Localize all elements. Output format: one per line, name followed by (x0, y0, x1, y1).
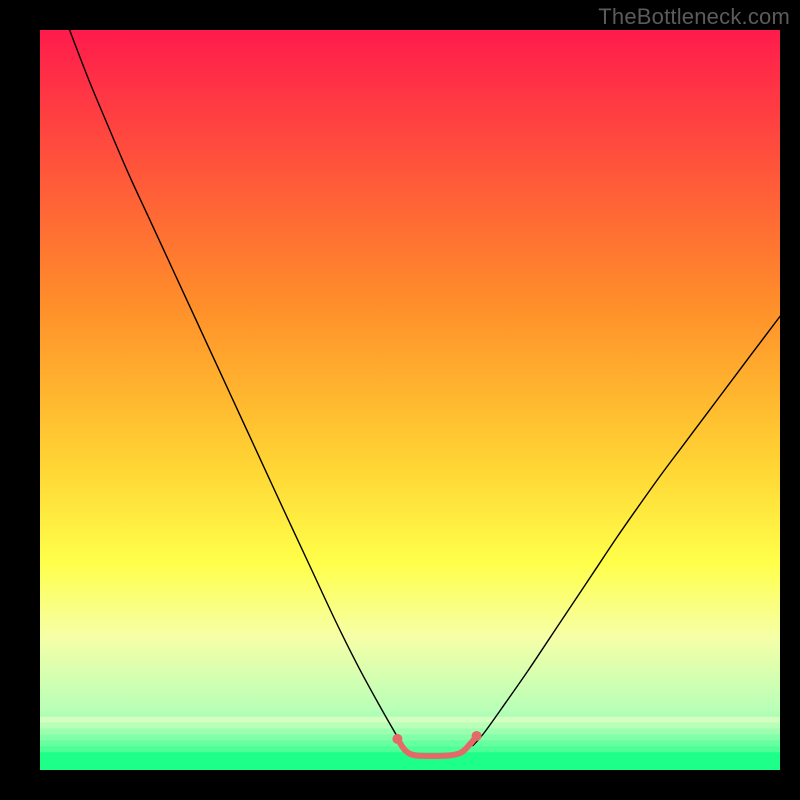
watermark-text: TheBottleneck.com (598, 4, 790, 30)
green-band (40, 723, 780, 729)
end-dot-left (392, 734, 402, 744)
chart-plot (40, 30, 780, 770)
green-band (40, 734, 780, 740)
chart-background (40, 30, 780, 770)
green-band (40, 729, 780, 735)
end-dot-right (472, 731, 482, 741)
green-band (40, 740, 780, 746)
green-band (40, 717, 780, 723)
chart-frame: TheBottleneck.com (0, 0, 800, 800)
